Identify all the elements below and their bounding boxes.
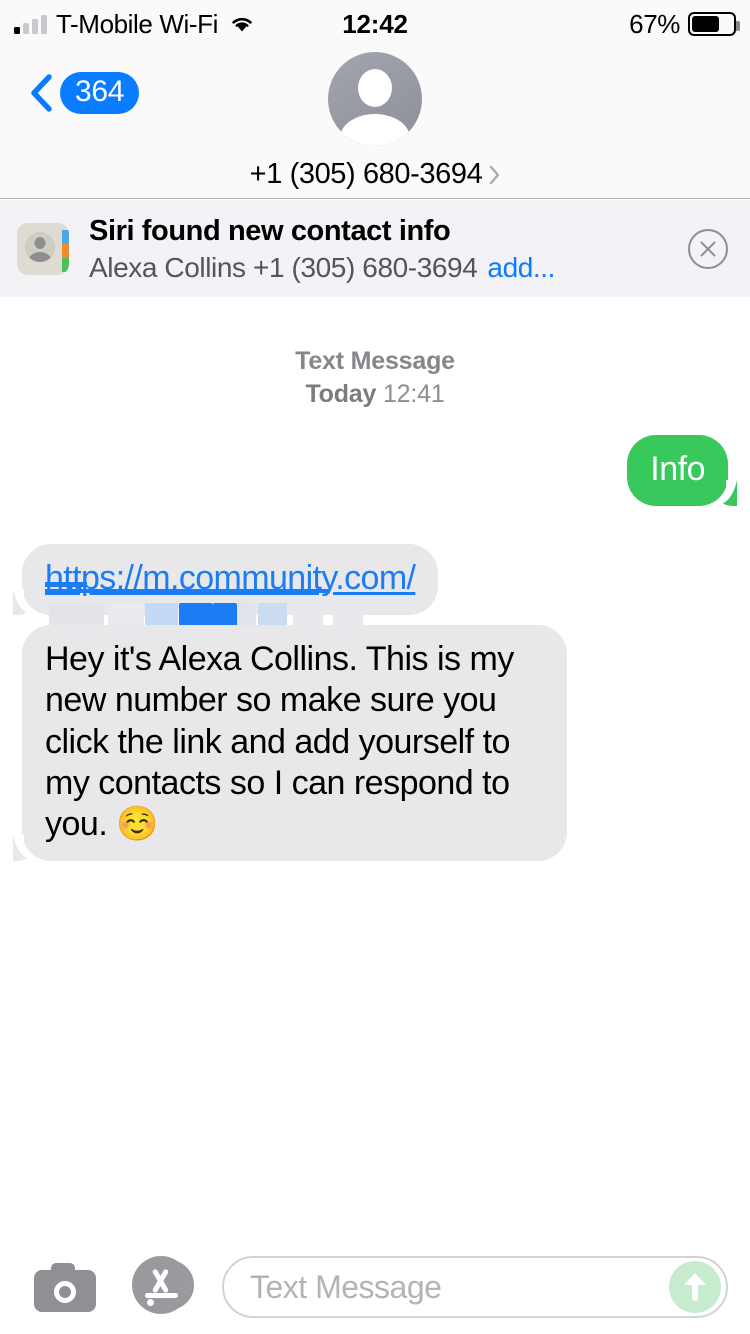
siri-add-contact-link[interactable]: add...	[487, 252, 555, 283]
siri-banner-subtitle: Alexa Collins +1 (305) 680-3694 add...	[89, 252, 688, 284]
chevron-right-icon	[489, 165, 500, 185]
close-icon[interactable]	[688, 228, 728, 269]
message-toolbar: Text Message	[0, 1240, 750, 1334]
status-bar: T-Mobile Wi-Fi 12:42 67%	[0, 0, 750, 48]
message-bubble-outgoing[interactable]: Info	[627, 435, 739, 507]
message-row-incoming-text: Hey it's Alexa Collins. This is my new n…	[0, 625, 750, 861]
message-row-incoming-link: https://m.community.com/	[0, 544, 750, 628]
send-button[interactable]	[669, 1261, 721, 1313]
message-bubble-link[interactable]: https://m.community.com/	[10, 544, 439, 628]
message-date-label: Today 12:41	[0, 378, 750, 411]
app-store-icon[interactable]	[132, 1256, 194, 1318]
message-bubble-incoming[interactable]: Hey it's Alexa Collins. This is my new n…	[11, 625, 567, 861]
contact-detail-button[interactable]: +1 (305) 680-3694	[250, 158, 501, 191]
message-timestamp-divider: Text Message Today 12:41	[0, 345, 750, 411]
siri-contact-suggestion-banner[interactable]: Siri found new contact info Alexa Collin…	[0, 200, 750, 297]
message-input-placeholder: Text Message	[250, 1268, 442, 1305]
message-service-label: Text Message	[295, 347, 455, 375]
siri-banner-text: Siri found new contact info Alexa Collin…	[89, 213, 688, 284]
battery-percent-label: 67%	[629, 8, 680, 39]
header-contact-block: +1 (305) 680-3694	[0, 52, 750, 191]
siri-banner-title: Siri found new contact info	[89, 214, 451, 247]
avatar[interactable]	[328, 52, 422, 146]
message-row-outgoing: Info	[0, 435, 750, 507]
contacts-app-icon	[17, 222, 69, 275]
camera-icon[interactable]	[34, 1262, 96, 1312]
message-time-label: 12:41	[382, 380, 445, 408]
conversation-header: 364 +1 (305) 680-3694	[0, 48, 750, 199]
status-bar-right: 67%	[629, 8, 740, 40]
contact-name-label: +1 (305) 680-3694	[249, 158, 483, 190]
message-thread[interactable]: Text Message Today 12:41 Info https://m.…	[0, 297, 750, 1240]
siri-suggested-contact: Alexa Collins +1 (305) 680-3694	[89, 252, 478, 284]
message-day-label: Today	[305, 380, 377, 408]
message-input-field[interactable]: Text Message	[222, 1256, 728, 1318]
battery-icon	[688, 12, 740, 36]
